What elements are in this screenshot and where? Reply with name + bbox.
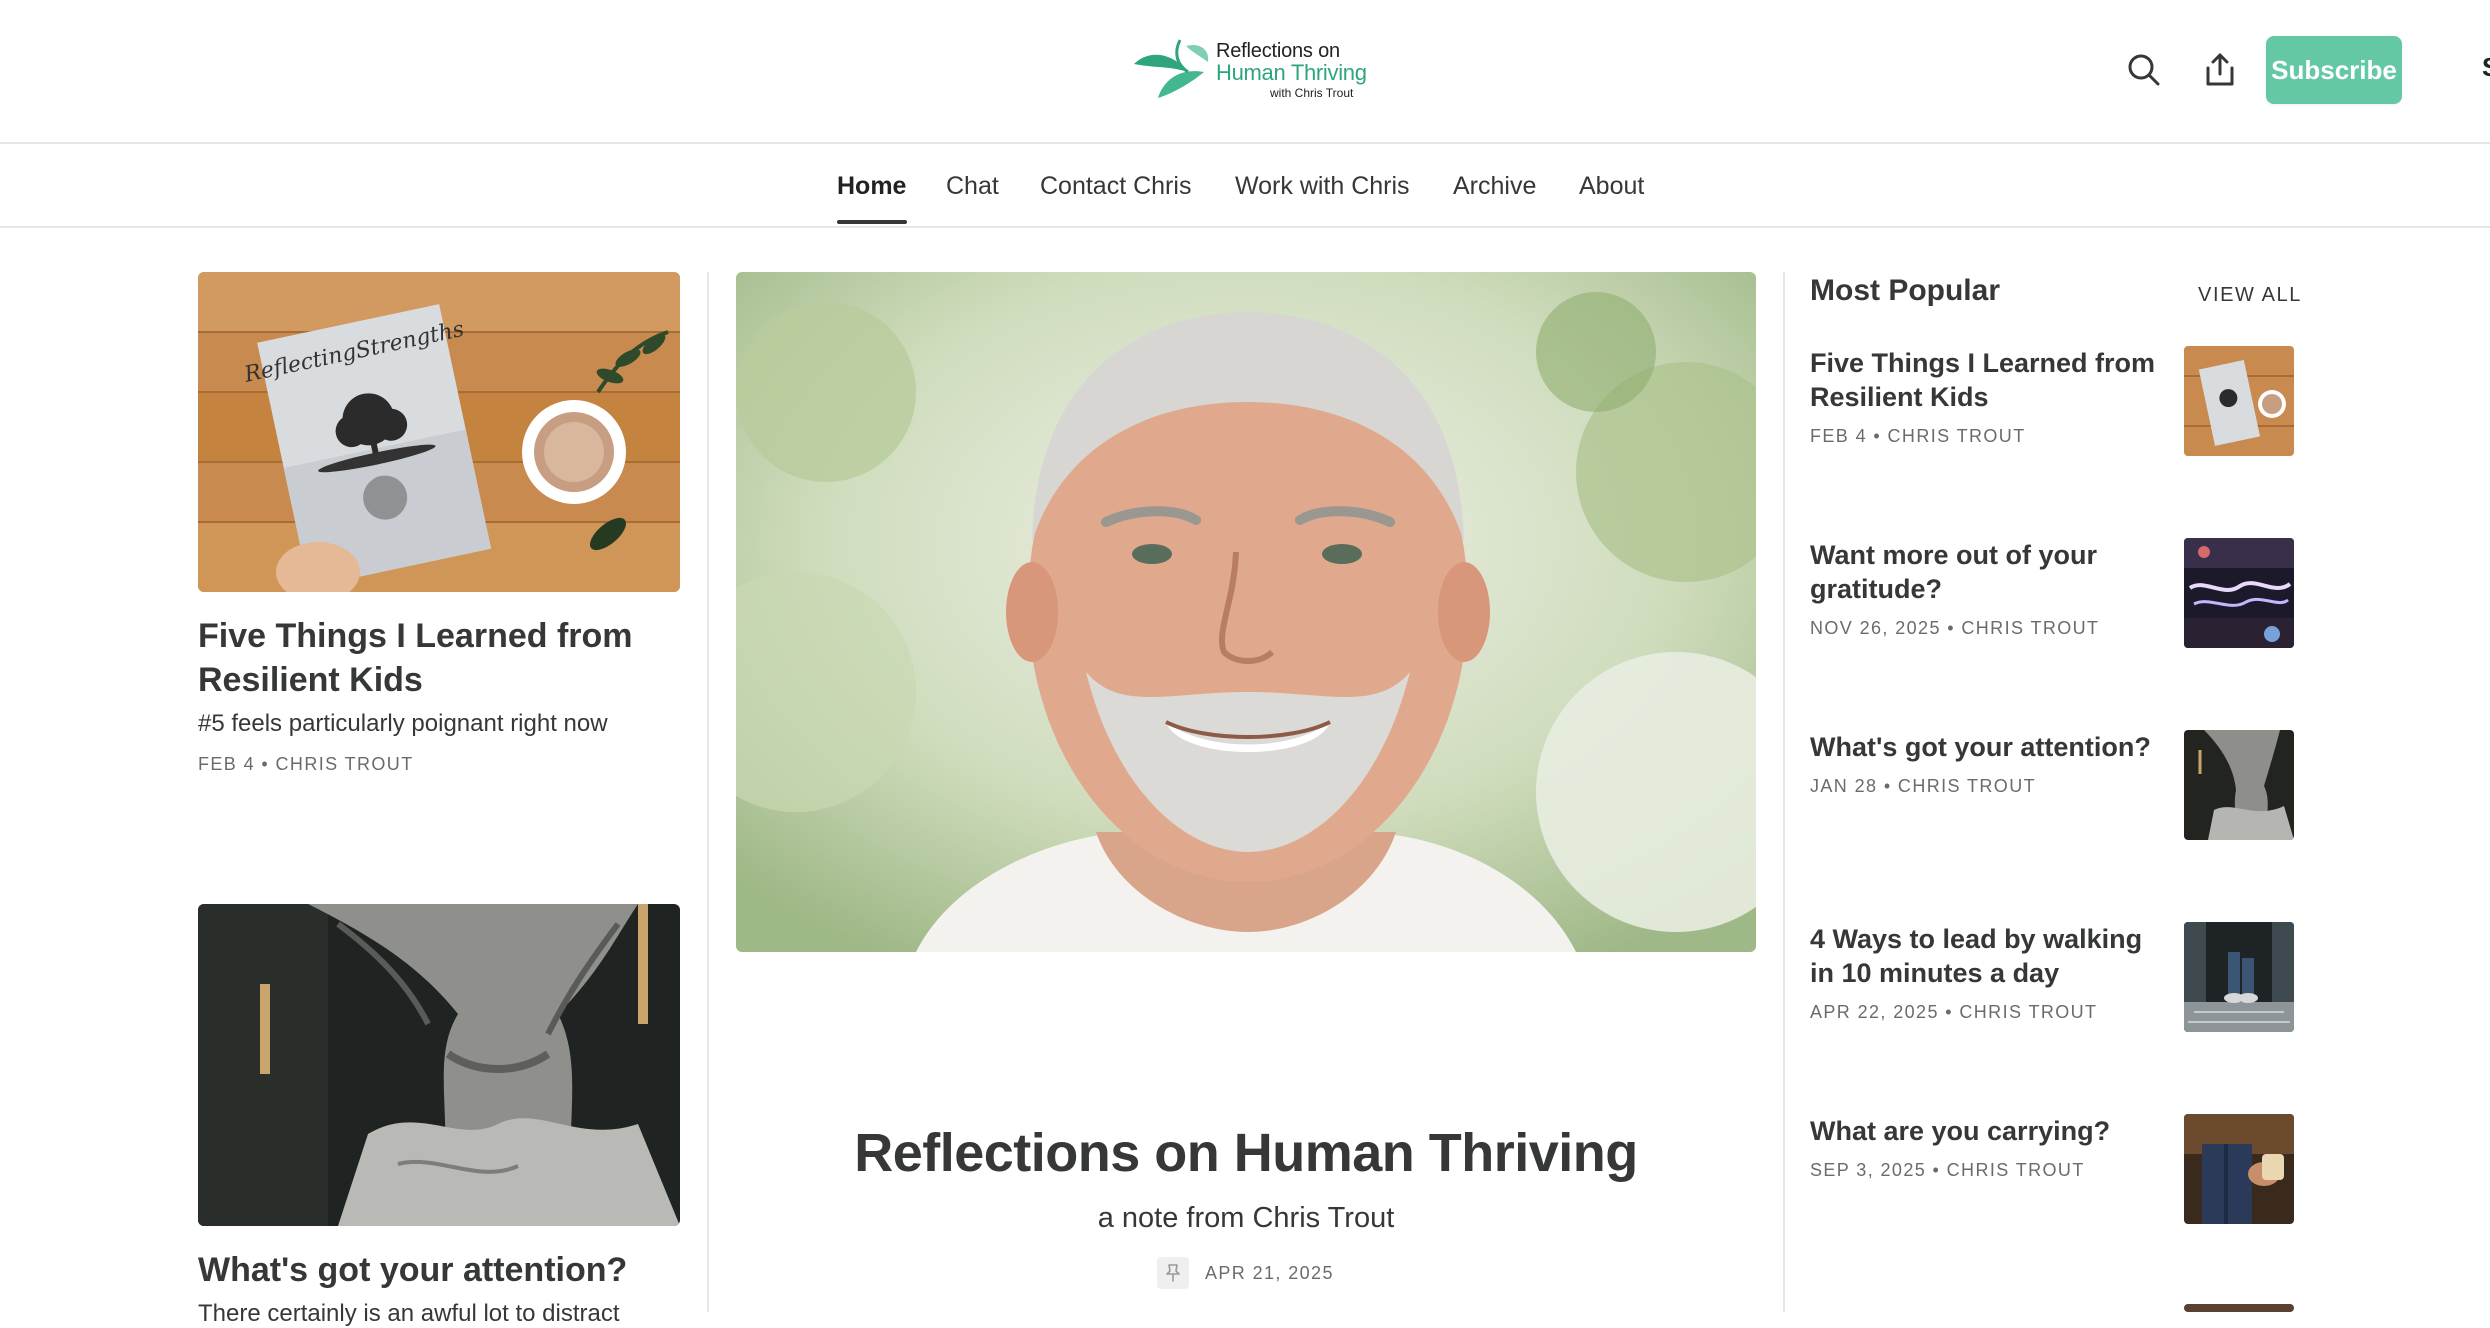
popular-item-thumbnail[interactable] — [2184, 346, 2294, 456]
column-divider-right — [1783, 272, 1785, 1312]
featured-subtitle: a note from Chris Trout — [1097, 1202, 1395, 1234]
post-subtitle: #5 feels particularly poignant right now — [198, 710, 608, 737]
featured-date: APR 21, 2025 — [1205, 1263, 1334, 1283]
view-all-link[interactable]: VIEW ALL — [2198, 284, 2302, 307]
popular-item[interactable]: Five Things I Learned from Resilient Kid… — [1810, 346, 2294, 466]
popular-item-meta: APR 22, 2025 • CHRIS TROUT — [1810, 1002, 2098, 1022]
nav-contact-chris[interactable]: Contact Chris — [1040, 172, 1191, 201]
popular-item-title[interactable]: What's got your attention? — [1810, 730, 2190, 764]
popular-item-thumbnail[interactable] — [2184, 922, 2294, 1032]
pinned-badge — [1157, 1257, 1189, 1289]
logo-text-line3: with Chris Trout — [1270, 86, 1354, 100]
popular-item-meta: FEB 4 • CHRIS TROUT — [1810, 426, 2026, 446]
popular-item[interactable]: What are you carrying? SEP 3, 2025 • CHR… — [1810, 1114, 2294, 1234]
column-divider-left — [707, 272, 709, 1312]
post-meta: FEB 4 • CHRIS TROUT — [198, 754, 414, 774]
post-image-resilient-kids[interactable]: ReflectingStrengths — [198, 272, 680, 592]
popular-item-thumbnail[interactable] — [2184, 1114, 2294, 1224]
popular-item-meta: NOV 26, 2025 • CHRIS TROUT — [1810, 618, 2100, 638]
site-logo[interactable]: Reflections on Human Thriving with Chris… — [1130, 34, 1370, 104]
logo-text-line2: Human Thriving — [1216, 60, 1367, 85]
post-title[interactable]: Five Things I Learned from Resilient Kid… — [198, 614, 680, 702]
popular-item-title[interactable]: Five Things I Learned from Resilient Kid… — [1810, 346, 2170, 414]
site-header: Reflections on Human Thriving with Chris… — [0, 0, 2490, 144]
search-icon — [2128, 54, 2160, 86]
popular-item-title[interactable]: What are you carrying? — [1810, 1114, 2170, 1148]
nav-about[interactable]: About — [1579, 172, 1644, 201]
popular-item-thumbnail[interactable] — [2184, 538, 2294, 648]
popular-item[interactable]: What's got your attention? JAN 28 • CHRI… — [1810, 730, 2294, 850]
pin-icon — [1166, 1264, 1180, 1282]
nav-home[interactable]: Home — [837, 172, 906, 201]
featured-title[interactable]: Reflections on Human Thriving — [736, 1122, 1756, 1184]
popular-item[interactable]: Want more out of your gratitude? NOV 26,… — [1810, 538, 2294, 658]
nav-active-indicator — [837, 220, 907, 224]
subscribe-button[interactable]: Subscribe — [2266, 36, 2402, 104]
popular-item-meta: JAN 28 • CHRIS TROUT — [1810, 776, 2036, 796]
popular-item-thumbnail[interactable] — [2184, 730, 2294, 840]
popular-item-title[interactable]: Want more out of your gratitude? — [1810, 538, 2170, 606]
share-button[interactable] — [2192, 42, 2248, 98]
most-popular-heading: Most Popular — [1810, 274, 2001, 307]
popular-item-title[interactable]: 4 Ways to lead by walking in 10 minutes … — [1810, 922, 2170, 990]
nav-work-with-chris[interactable]: Work with Chris — [1235, 172, 1410, 201]
header-edge-text: S — [2482, 52, 2490, 83]
main-nav: Home Chat Contact Chris Work with Chris … — [0, 146, 2490, 228]
nav-chat[interactable]: Chat — [946, 172, 999, 201]
popular-item[interactable]: 4 Ways to lead by walking in 10 minutes … — [1810, 922, 2294, 1042]
post-subtitle: There certainly is an awful lot to distr… — [198, 1300, 620, 1327]
popular-item-thumbnail-partial[interactable] — [2184, 1304, 2294, 1312]
share-icon — [2206, 53, 2234, 86]
search-button[interactable] — [2116, 42, 2172, 98]
featured-image[interactable] — [736, 272, 1756, 952]
popular-item-meta: SEP 3, 2025 • CHRIS TROUT — [1810, 1160, 2085, 1180]
nav-archive[interactable]: Archive — [1453, 172, 1536, 201]
leaf-logo-icon — [1134, 39, 1209, 98]
post-image-attention[interactable] — [198, 904, 680, 1226]
post-title[interactable]: What's got your attention? — [198, 1248, 680, 1292]
